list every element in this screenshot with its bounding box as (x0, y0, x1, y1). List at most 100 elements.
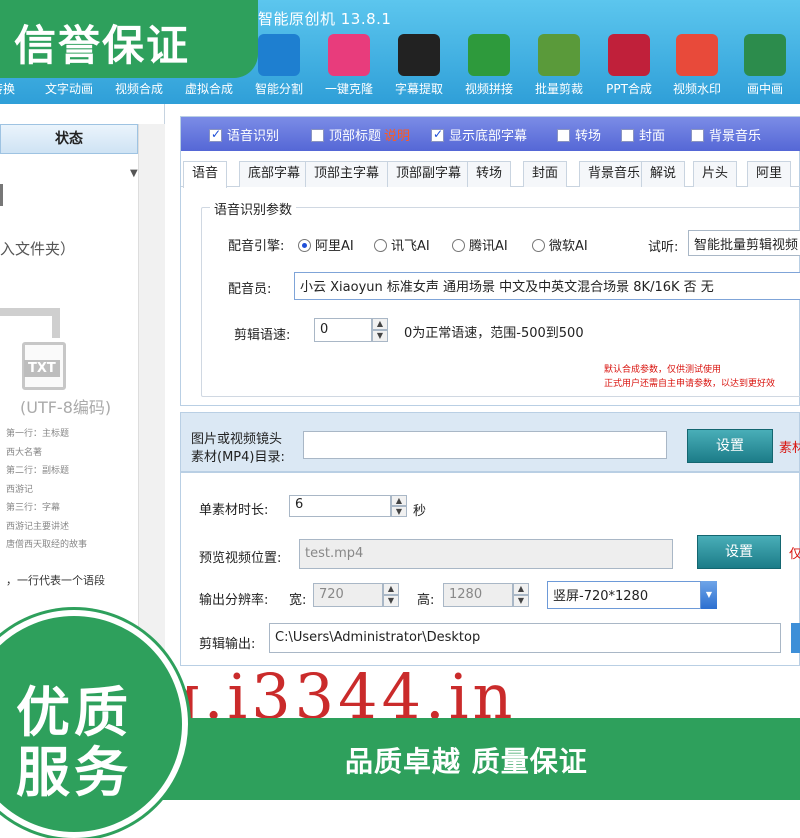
checkbox-label: 背景音乐 (709, 129, 762, 144)
spin-up-icon[interactable]: ▲ (372, 318, 388, 330)
material-set-button[interactable]: 设置 (687, 429, 773, 463)
toolbar-button-9[interactable]: PPT合成 (596, 30, 662, 102)
toolbar-button-label: 视频水印 (672, 82, 721, 96)
radio-button[interactable] (374, 239, 387, 252)
radio-engine-aliyun[interactable]: 阿里AI (298, 235, 354, 254)
toolbar-button-7[interactable]: 视频拼接 (456, 30, 522, 102)
toolbar-button-11[interactable]: 画中画 (732, 30, 798, 102)
tab-6[interactable]: 背景音乐 (579, 161, 650, 187)
toolbar-button-label: 虚拟合成 (184, 82, 233, 96)
radio-button[interactable] (298, 239, 311, 252)
txt-file-label: TXT (24, 360, 60, 377)
batch-crop-icon (538, 34, 580, 76)
output-dir-input[interactable]: C:\Users\Administrator\Desktop (269, 623, 781, 653)
spin-up-icon[interactable]: ▲ (383, 583, 399, 595)
radio-engine-tencent[interactable]: 腾讯AI (452, 235, 508, 254)
radio-button[interactable] (452, 239, 465, 252)
tab-7[interactable]: 解说 (641, 161, 686, 187)
checkbox-box[interactable] (431, 127, 444, 142)
duration-unit: 秒 (413, 504, 427, 519)
speed-hint: 0为正常语速，范围-500到500 (404, 326, 584, 341)
tab-1[interactable]: 底部字幕 (239, 161, 310, 187)
voice-input[interactable]: 小云 Xiaoyun 标准女声 通用场景 中文及中英文混合场景 8K/16K 否… (294, 272, 800, 300)
checkbox-box[interactable] (311, 129, 324, 142)
ppt-compose-icon (608, 34, 650, 76)
toolbar-button-label: 字幕提取 (394, 82, 443, 96)
tab-8[interactable]: 片头 (693, 161, 738, 187)
circle-badge-line2: 服务 (16, 741, 132, 804)
preview-listen-label: 试听: (648, 240, 679, 255)
footer-hint: ，一行代表一个语段 (6, 574, 105, 587)
spin-up-icon[interactable]: ▲ (391, 495, 407, 506)
duration-input[interactable]: 6 (289, 495, 391, 517)
speed-input[interactable]: 0 (314, 318, 372, 342)
trust-badge: 信誉保证 (0, 0, 258, 78)
radio-engine-microsoft[interactable]: 微软AI (532, 235, 588, 254)
checkbox-box[interactable] (209, 127, 222, 142)
checkbox-bottom-subtitle[interactable]: 显示底部字幕 (431, 125, 527, 144)
toolbar-button-8[interactable]: 批量剪裁 (526, 30, 592, 102)
toolbar-button-label: 文字动画 (44, 82, 93, 96)
video-splice-icon (468, 34, 510, 76)
checkbox-label: 转场 (575, 129, 602, 144)
width-input[interactable]: 720 (313, 583, 383, 607)
help-link[interactable]: 说明 (384, 129, 410, 144)
radio-button[interactable] (532, 239, 545, 252)
speech-settings-panel: 语音识别 顶部标题说明 显示底部字幕 转场 封面 背景音乐 语音底部字幕顶部主字… (180, 116, 800, 406)
material-dir-input[interactable] (303, 431, 667, 459)
tab-3[interactable]: 顶部副字幕 (387, 161, 471, 187)
chevron-down-icon[interactable]: ▼ (130, 168, 138, 179)
smart-split-icon (258, 34, 300, 76)
tab-4[interactable]: 转场 (467, 161, 512, 187)
material-label-line1: 图片或视频镜头 (191, 432, 283, 447)
toolbar-button-6[interactable]: 字幕提取 (386, 30, 452, 102)
app-title: 智能原创机 13.8.1 (258, 10, 392, 28)
material-side-text: 素材 (779, 441, 800, 456)
toolbar-button-10[interactable]: 视频水印 (664, 30, 730, 102)
radio-engine-xunfei[interactable]: 讯飞AI (374, 235, 430, 254)
checkbox-transition[interactable]: 转场 (557, 125, 601, 144)
tab-9[interactable]: 阿里 (747, 161, 792, 187)
status-column-header[interactable]: 状态 (0, 124, 138, 154)
checkbox-box[interactable] (691, 129, 704, 142)
width-label: 宽: (289, 593, 307, 608)
engine-label: 配音引擎: (228, 239, 285, 254)
tab-5[interactable]: 封面 (523, 161, 568, 187)
list-item-marker (0, 184, 3, 206)
spin-down-icon[interactable]: ▼ (513, 595, 529, 607)
watermark-icon (676, 34, 718, 76)
clone-icon (328, 34, 370, 76)
spin-down-icon[interactable]: ▼ (372, 330, 388, 342)
feature-checkbox-bar: 语音识别 顶部标题说明 显示底部字幕 转场 封面 背景音乐 (181, 117, 800, 151)
tab-2[interactable]: 顶部主字幕 (305, 161, 389, 187)
preview-position-input[interactable]: test.mp4 (299, 539, 673, 569)
output-dir-label: 剪辑输出: (199, 637, 256, 652)
checkbox-box[interactable] (557, 129, 570, 142)
settings-tabs: 语音 底部字幕 顶部主字幕 顶部副字幕 转场 封面 背景音乐 解说 片头 阿里 (181, 161, 800, 188)
orientation-select[interactable]: 竖屏-720*1280 (547, 581, 701, 609)
pip-icon (744, 34, 786, 76)
radio-label: 讯飞AI (391, 239, 430, 254)
output-browse-button[interactable] (791, 623, 800, 653)
preview-listen-input[interactable]: 智能批量剪辑视频 (688, 230, 800, 256)
apply-params-note: 正式用户还需自主申请参数，以达到更好效 (604, 379, 776, 389)
checkbox-background-music[interactable]: 背景音乐 (691, 125, 761, 144)
checkbox-top-title[interactable]: 顶部标题 说明 (311, 125, 410, 144)
toolbar-button-5[interactable]: 一键克隆 (316, 30, 382, 102)
checkbox-speech-recognition[interactable]: 语音识别 (209, 125, 279, 144)
tab-0[interactable]: 语音 (183, 161, 228, 188)
chevron-down-icon[interactable]: ▼ (701, 581, 717, 609)
toolbar-button-label: 批量剪裁 (534, 82, 583, 96)
spin-down-icon[interactable]: ▼ (383, 595, 399, 607)
preview-set-button[interactable]: 设置 (697, 535, 781, 569)
checkbox-box[interactable] (621, 129, 634, 142)
checkbox-cover[interactable]: 封面 (621, 125, 665, 144)
height-input[interactable]: 1280 (443, 583, 513, 607)
spin-up-icon[interactable]: ▲ (513, 583, 529, 595)
preview-position-label: 预览视频位置: (199, 551, 282, 566)
checkbox-label: 封面 (639, 129, 666, 144)
checkbox-label: 语音识别 (227, 129, 280, 144)
encoding-label: (UTF-8编码) (20, 398, 112, 417)
checkbox-label: 显示底部字幕 (449, 129, 528, 144)
spin-down-icon[interactable]: ▼ (391, 506, 407, 517)
